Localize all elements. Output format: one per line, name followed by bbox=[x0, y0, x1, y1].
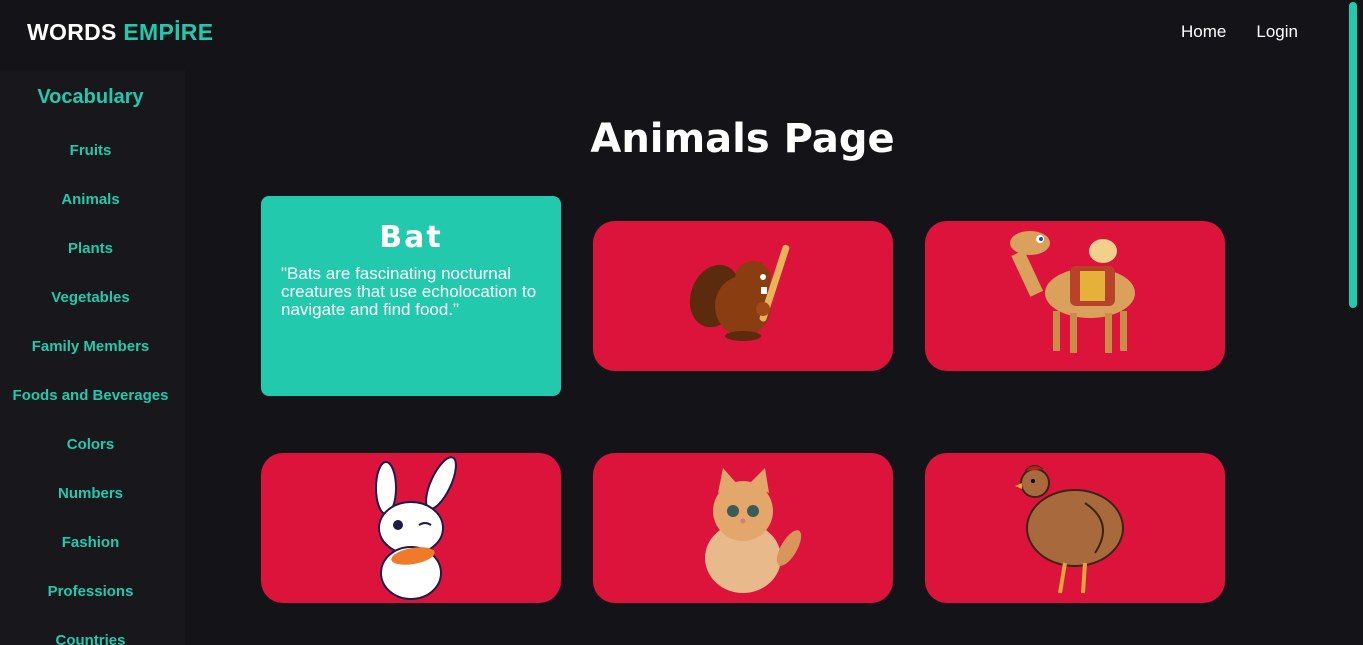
camel-icon bbox=[1010, 231, 1135, 353]
info-card-bat[interactable]: Bat "Bats are fascinating nocturnal crea… bbox=[261, 196, 561, 396]
sidebar-item-numbers[interactable]: Numbers bbox=[0, 485, 181, 502]
sidebar-item-countries[interactable]: Countries bbox=[0, 632, 181, 645]
site-logo[interactable]: WORDS EMPİRE bbox=[27, 19, 213, 46]
sidebar: Vocabulary Fruits Animals Plants Vegetab… bbox=[0, 70, 185, 645]
sidebar-title: Vocabulary bbox=[37, 86, 144, 108]
main-content: Animals Page Bat "Bats are fascinating n… bbox=[185, 70, 1343, 645]
info-card-name: Bat bbox=[379, 220, 443, 255]
scrollbar-thumb[interactable] bbox=[1349, 2, 1357, 308]
kitten-icon bbox=[705, 468, 802, 593]
nav-login-link[interactable]: Login bbox=[1256, 22, 1298, 42]
logo-word-words: WORDS bbox=[27, 19, 117, 45]
hen-icon bbox=[1015, 465, 1124, 594]
rabbit-icon bbox=[375, 456, 457, 600]
animal-card-camel[interactable] bbox=[925, 221, 1225, 371]
sidebar-item-foods-beverages[interactable]: Foods and Beverages bbox=[0, 387, 181, 404]
sidebar-item-colors[interactable]: Colors bbox=[0, 436, 181, 453]
page-title: Animals Page bbox=[590, 116, 895, 162]
animal-card-kitten[interactable] bbox=[593, 453, 893, 603]
nav-home-link[interactable]: Home bbox=[1181, 22, 1226, 42]
sidebar-item-plants[interactable]: Plants bbox=[0, 240, 181, 257]
animal-card-hen[interactable] bbox=[925, 453, 1225, 603]
sidebar-item-animals[interactable]: Animals bbox=[0, 191, 181, 208]
sidebar-item-professions[interactable]: Professions bbox=[0, 583, 181, 600]
sidebar-item-fruits[interactable]: Fruits bbox=[0, 142, 181, 159]
sidebar-item-family-members[interactable]: Family Members bbox=[0, 338, 181, 355]
sidebar-item-vegetables[interactable]: Vegetables bbox=[0, 289, 181, 306]
sidebar-item-fashion[interactable]: Fashion bbox=[0, 534, 181, 551]
logo-word-empire: EMPİRE bbox=[123, 19, 214, 45]
top-navbar: WORDS EMPİRE Home Login bbox=[0, 0, 1343, 70]
beaver-icon bbox=[689, 244, 790, 341]
main-nav: Home Login bbox=[1181, 22, 1298, 42]
page-scrollbar[interactable] bbox=[1343, 0, 1363, 645]
animal-card-rabbit[interactable] bbox=[261, 453, 561, 603]
info-card-description: "Bats are fascinating nocturnal creature… bbox=[281, 264, 537, 319]
animal-card-beaver[interactable] bbox=[593, 221, 893, 371]
